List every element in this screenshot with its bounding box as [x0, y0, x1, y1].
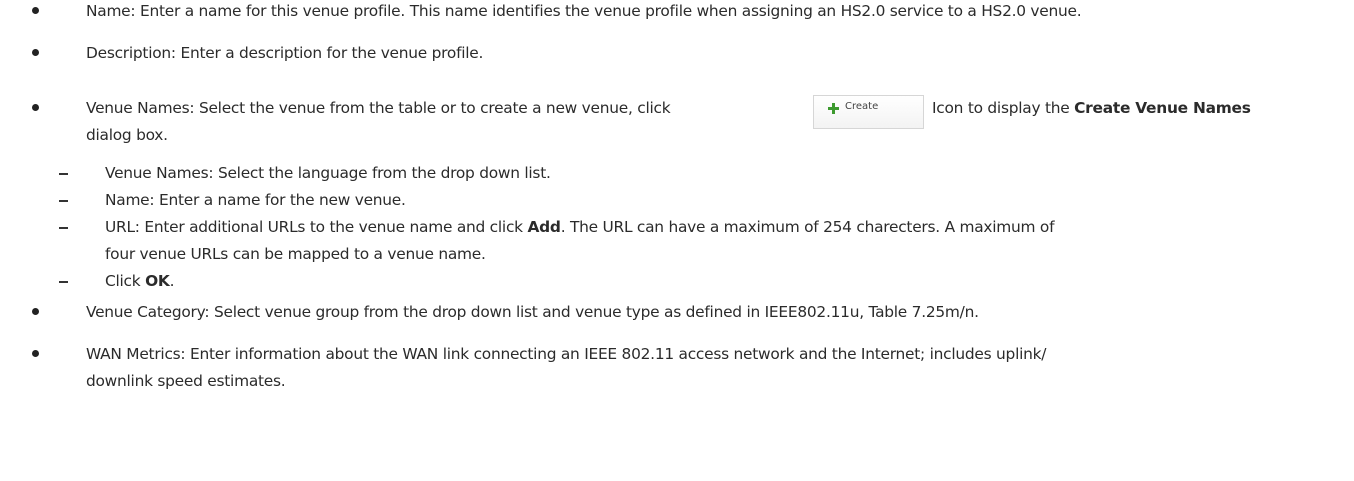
bullet-icon [32, 7, 39, 14]
item-label: Venue Category: [86, 303, 210, 321]
sub-item-venue-names: Venue Names: Select the language from th… [105, 162, 551, 184]
item-text: Enter information about the WAN link con… [190, 345, 1047, 363]
plus-icon [828, 103, 839, 114]
dash-icon [59, 173, 68, 175]
venue-names-line2: dialog box. [86, 124, 168, 146]
sub-item-text: Select the language from the drop down l… [217, 164, 551, 182]
create-venue-names-link: Create Venue Names [1074, 99, 1251, 117]
sub-item-name: Name: Enter a name for the new venue. [105, 189, 406, 211]
bullet-icon [32, 350, 39, 357]
sub-item-text: four venue URLs can be mapped to a venue… [105, 245, 486, 263]
item-label: WAN Metrics: [86, 345, 186, 363]
sub-item-url: URL: Enter additional URLs to the venue … [105, 216, 1055, 238]
item-text: dialog box. [86, 126, 168, 144]
item-text: Select venue group from the drop down li… [213, 303, 979, 321]
item-text: Select the venue from the table or to cr… [198, 99, 671, 117]
sub-item-click-ok: Click OK. [105, 270, 174, 292]
sub-item-text: . The URL can have a maximum of 254 char… [560, 218, 1055, 236]
item-text: downlink speed estimates. [86, 372, 286, 390]
bullet-icon [32, 308, 39, 315]
item-label: Name: [86, 2, 136, 20]
wan-metrics-line2: downlink speed estimates. [86, 370, 286, 392]
ok-keyword: OK [145, 272, 170, 290]
sub-item-text: . [169, 272, 175, 290]
item-text: Icon to display the [932, 99, 1070, 117]
sub-item-text: Enter a name for the new venue. [159, 191, 406, 209]
item-label: Description: [86, 44, 176, 62]
dash-icon [59, 227, 68, 229]
add-keyword: Add [527, 218, 561, 236]
sub-item-text: Click [105, 272, 141, 290]
create-button-label: Create [845, 101, 879, 112]
list-item-venue-category: Venue Category: Select venue group from … [86, 301, 979, 323]
list-item-name: Name: Enter a name for this venue profil… [86, 0, 1082, 22]
list-item-wan-metrics: WAN Metrics: Enter information about the… [86, 343, 1046, 365]
sub-item-label: Venue Names: [105, 164, 214, 182]
item-text: Enter a description for the venue profil… [180, 44, 484, 62]
item-label: Venue Names: [86, 99, 195, 117]
venue-names-continuation: Icon to display the Create Venue Names [932, 97, 1251, 119]
bullet-icon [32, 49, 39, 56]
dash-icon [59, 200, 68, 202]
bullet-icon [32, 104, 39, 111]
sub-item-text: Enter additional URLs to the venue name … [144, 218, 523, 236]
sub-item-url-line2: four venue URLs can be mapped to a venue… [105, 243, 486, 265]
dash-icon [59, 281, 68, 283]
sub-item-label: URL: [105, 218, 140, 236]
list-item-description: Description: Enter a description for the… [86, 42, 483, 64]
list-item-venue-names: Venue Names: Select the venue from the t… [86, 97, 671, 119]
create-button[interactable]: Create [813, 95, 924, 129]
item-text: Enter a name for this venue profile. Thi… [140, 2, 1082, 20]
sub-item-label: Name: [105, 191, 155, 209]
